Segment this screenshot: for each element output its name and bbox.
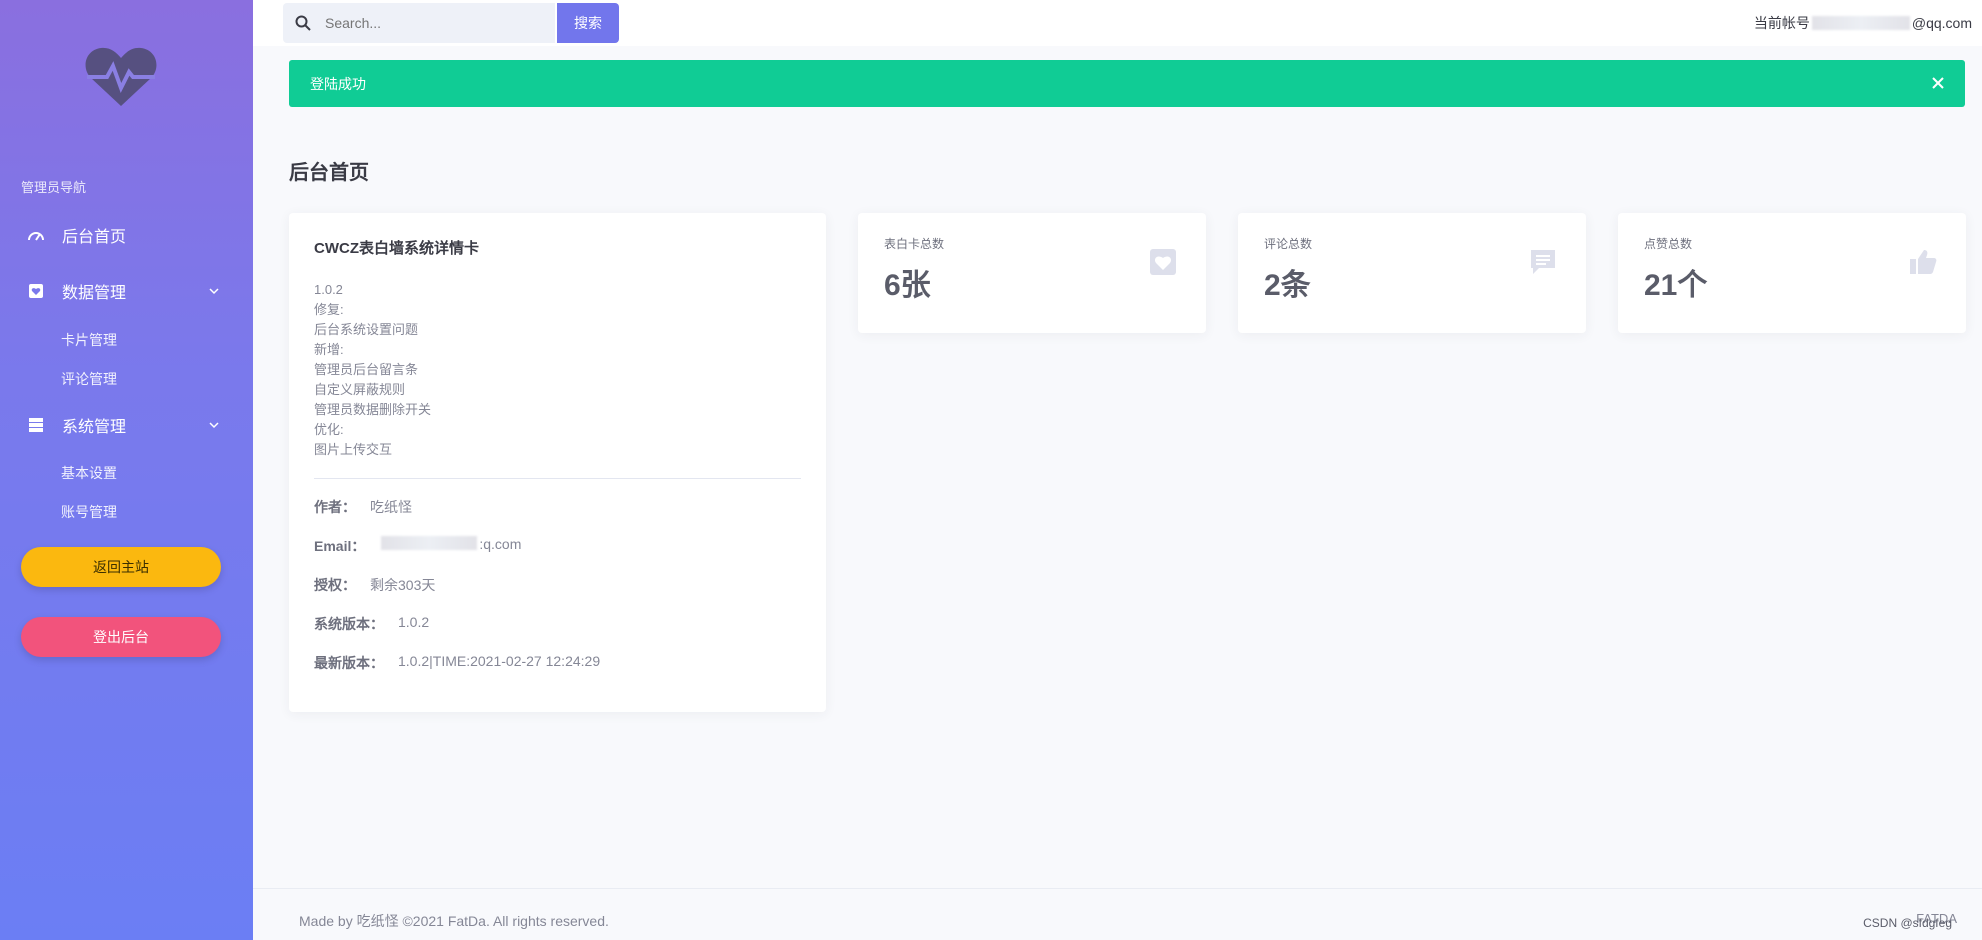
stat-value: 21个 <box>1644 269 1708 302</box>
system-detail-card: CWCZ表白墙系统详情卡 1.0.2 修复: 后台系统设置问题 新增: 管理员后… <box>289 213 826 712</box>
sidebar-subitem-cards[interactable]: 卡片管理 <box>61 330 117 350</box>
search-input[interactable] <box>325 15 545 31</box>
success-alert: 登陆成功 <box>289 60 1965 107</box>
license-value: 剩余303天 <box>370 577 436 593</box>
system-version-label: 系统版本： <box>314 616 384 632</box>
chevron-down-icon <box>209 288 219 295</box>
changelog-line: 自定义屏蔽规则 <box>314 382 406 397</box>
return-home-button[interactable]: 返回主站 <box>21 547 221 587</box>
latest-version-label: 最新版本： <box>314 655 384 671</box>
heart-pulse-icon <box>85 47 157 106</box>
changelog-line: 后台系统设置问题 <box>314 322 419 337</box>
chevron-down-icon <box>209 422 219 429</box>
footer-copyright: Made by 吃纸怪 ©2021 FatDa. All rights rese… <box>299 913 609 929</box>
gauge-icon <box>26 225 46 245</box>
sidebar-item-data[interactable]: 数据管理 <box>0 271 253 311</box>
sidebar-item-label: 后台首页 <box>62 229 127 246</box>
system-version-value: 1.0.2 <box>398 614 430 630</box>
list-icon <box>26 415 46 435</box>
sidebar-subitem-account[interactable]: 账号管理 <box>61 502 117 522</box>
author-row: 作者： 吃纸怪 <box>314 497 801 536</box>
sidebar: 管理员导航 后台首页 数据管理 卡片管理 评论管理 系统管理 基本设置 账号管理… <box>0 0 253 940</box>
latest-version-value: 1.0.2|TIME:2021-02-27 12:24:29 <box>398 653 601 669</box>
csdn-watermark: CSDN @sfdgfeg <box>1863 916 1952 930</box>
search-icon <box>295 15 311 31</box>
thumbs-up-icon <box>1910 250 1937 274</box>
sidebar-subitem-basic-settings[interactable]: 基本设置 <box>61 463 117 483</box>
changelog-line: 管理员后台留言条 <box>314 362 419 377</box>
changelog: 1.0.2 修复: 后台系统设置问题 新增: 管理员后台留言条 自定义屏蔽规则 … <box>314 280 801 460</box>
account-suffix: @qq.com <box>1911 15 1972 31</box>
divider <box>314 478 801 479</box>
latest-version-row: 最新版本： 1.0.2|TIME:2021-02-27 12:24:29 <box>314 653 801 692</box>
redacted-account <box>1811 16 1910 30</box>
sidebar-item-dashboard[interactable]: 后台首页 <box>0 215 253 255</box>
heart-icon <box>1150 249 1176 275</box>
changelog-line: 1.0.2 <box>314 282 343 297</box>
changelog-line: 图片上传交互 <box>314 442 393 457</box>
email-row: Email： :q.com <box>314 536 801 575</box>
system-version-row: 系统版本： 1.0.2 <box>314 614 801 653</box>
sidebar-subitem-comments[interactable]: 评论管理 <box>61 369 117 389</box>
license-label: 授权： <box>314 577 356 593</box>
search-button[interactable]: 搜索 <box>557 3 619 43</box>
stat-card-comments: 评论总数 2条 <box>1238 213 1586 333</box>
email-label: Email： <box>314 538 366 554</box>
account-info[interactable]: 当前帐号 @qq.com <box>1754 13 1972 33</box>
sidebar-item-label: 系统管理 <box>62 419 127 436</box>
author-label: 作者： <box>314 499 356 515</box>
page-title: 后台首页 <box>289 162 369 184</box>
search-box <box>283 3 555 43</box>
footer-divider <box>253 888 1982 889</box>
nav-heading: 管理员导航 <box>21 180 87 195</box>
redacted-email <box>381 536 478 550</box>
topbar: 搜索 当前帐号 @qq.com <box>253 0 1982 46</box>
account-label: 当前帐号 <box>1753 15 1810 31</box>
sidebar-item-label: 数据管理 <box>62 285 127 302</box>
card-title: CWCZ表白墙系统详情卡 <box>314 240 479 257</box>
stat-label: 点赞总数 <box>1644 237 1693 251</box>
license-row: 授权： 剩余303天 <box>314 575 801 614</box>
stat-card-cards: 表白卡总数 6张 <box>858 213 1206 333</box>
changelog-line: 修复: <box>314 302 344 317</box>
logout-button[interactable]: 登出后台 <box>21 617 221 657</box>
stat-value: 6张 <box>884 269 931 302</box>
changelog-line: 新增: <box>314 342 344 357</box>
stat-card-likes: 点赞总数 21个 <box>1618 213 1966 333</box>
heart-box-icon <box>26 281 46 301</box>
stat-label: 评论总数 <box>1264 237 1313 251</box>
changelog-line: 管理员数据删除开关 <box>314 402 432 417</box>
alert-message: 登陆成功 <box>310 75 366 92</box>
sidebar-item-system[interactable]: 系统管理 <box>0 405 253 445</box>
close-icon[interactable] <box>1929 74 1947 92</box>
stat-value: 2条 <box>1264 269 1311 302</box>
comment-icon <box>1531 250 1555 274</box>
email-value: :q.com <box>479 536 522 552</box>
author-value: 吃纸怪 <box>370 499 412 515</box>
changelog-line: 优化: <box>314 422 344 437</box>
stat-label: 表白卡总数 <box>884 237 945 251</box>
